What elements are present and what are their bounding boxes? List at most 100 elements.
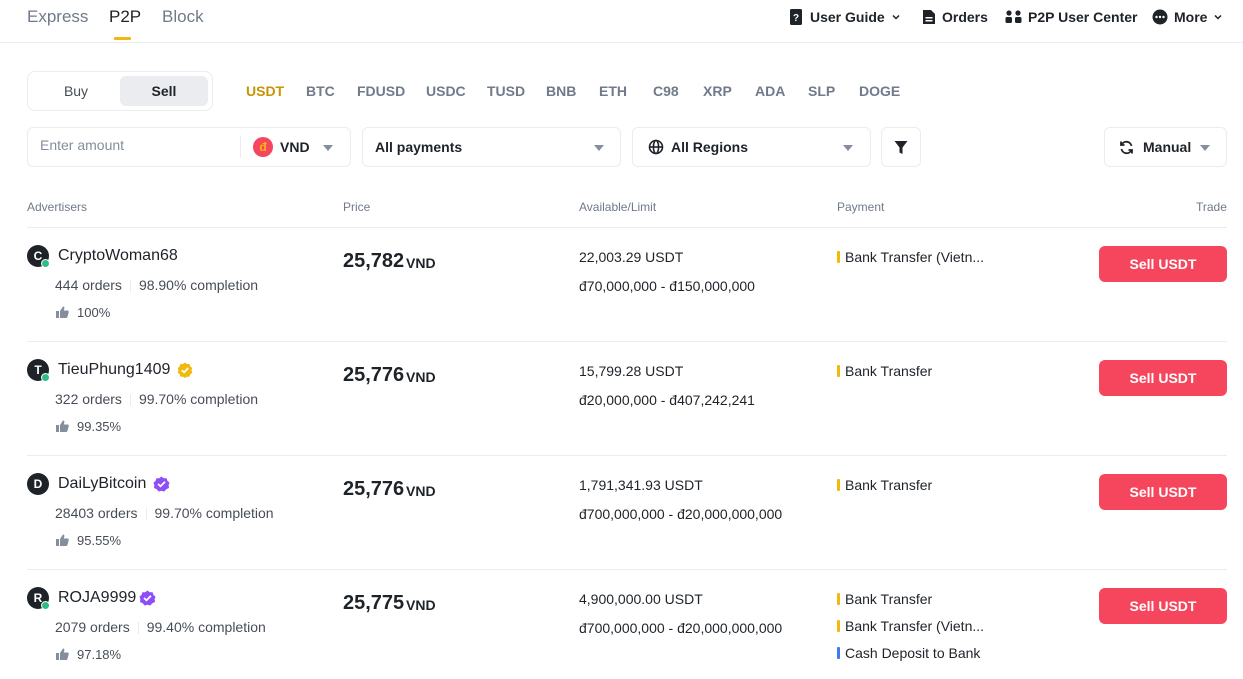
users-icon (1005, 10, 1022, 23)
online-indicator (41, 259, 50, 268)
divider (240, 136, 241, 158)
payment-method: Cash Deposit to Bank (837, 645, 980, 661)
user-guide-menu[interactable]: ? User Guide (789, 9, 901, 25)
order-count: 444 orders (55, 277, 122, 293)
crypto-tab-ada[interactable]: ADA (755, 83, 785, 99)
svg-text:?: ? (793, 13, 799, 24)
header-price: Price (343, 200, 371, 214)
order-limit: đ70,000,000 - đ150,000,000 (579, 278, 755, 294)
crypto-tab-slp[interactable]: SLP (808, 83, 835, 99)
p2p-user-center-link[interactable]: P2P User Center (1005, 9, 1137, 25)
sell-usdt-button[interactable]: Sell USDT (1099, 588, 1227, 624)
advertiser-name[interactable]: ROJA9999 (58, 589, 136, 607)
orders-label: Orders (942, 9, 988, 25)
verified-purple-badge-icon (139, 590, 156, 606)
crypto-tab-xrp[interactable]: XRP (703, 83, 732, 99)
thumbs-up-icon (56, 648, 69, 660)
amount-input[interactable] (40, 137, 230, 153)
tab-block[interactable]: Block (162, 7, 204, 27)
avatar[interactable]: D (27, 473, 49, 495)
buy-button[interactable]: Buy (32, 76, 120, 106)
orders-icon (923, 10, 935, 24)
crypto-tab-usdc[interactable]: USDC (426, 83, 466, 99)
crypto-tab-usdt[interactable]: USDT (246, 83, 284, 99)
advertiser-name[interactable]: CryptoWoman68 (58, 247, 178, 265)
price-currency: VND (406, 597, 436, 613)
crypto-tab-c98[interactable]: C98 (653, 83, 679, 99)
more-menu[interactable]: More (1152, 9, 1223, 25)
crypto-tab-fdusd[interactable]: FDUSD (357, 83, 405, 99)
available-amount: 4,900,000.00 USDT (579, 591, 703, 607)
guide-icon: ? (790, 9, 802, 25)
sell-usdt-button[interactable]: Sell USDT (1099, 246, 1227, 282)
more-label: More (1174, 9, 1208, 25)
table-row: C CryptoWoman68 444 orders 98.90% complet… (27, 227, 1227, 341)
vnd-coin-icon: đ (253, 137, 273, 157)
caret-down-icon (594, 145, 604, 151)
crypto-tab-bnb[interactable]: BNB (546, 83, 576, 99)
tab-p2p[interactable]: P2P (109, 7, 141, 27)
more-dots-icon (1152, 9, 1168, 25)
payment-method: Bank Transfer (837, 591, 932, 607)
chevron-down-icon (892, 14, 900, 20)
available-amount: 22,003.29 USDT (579, 249, 684, 265)
globe-icon (648, 139, 664, 155)
advertiser-name[interactable]: DaiLyBitcoin (58, 475, 146, 493)
price: 25,782 (343, 250, 405, 272)
advertiser-stats: 2079 orders 99.40% completion (55, 619, 266, 635)
price: 25,776 (343, 478, 405, 500)
buy-sell-toggle: Buy Sell (27, 71, 213, 111)
online-indicator (41, 601, 50, 610)
region-filter[interactable]: All Regions (632, 127, 871, 167)
verified-gold-badge-icon (177, 362, 193, 378)
p2p-user-center-label: P2P User Center (1028, 9, 1138, 25)
advertiser-name[interactable]: TieuPhung1409 (58, 361, 170, 379)
crypto-tab-tusd[interactable]: TUSD (487, 83, 525, 99)
advertiser-stats: 444 orders 98.90% completion (55, 277, 258, 293)
order-limit: đ700,000,000 - đ20,000,000,000 (579, 620, 783, 636)
refresh-mode-select[interactable]: Manual (1104, 127, 1227, 167)
chevron-down-icon (1214, 14, 1222, 20)
tab-express[interactable]: Express (27, 7, 88, 27)
fiat-select[interactable]: VND (280, 139, 310, 155)
available-amount: 1,791,341.93 USDT (579, 477, 703, 493)
thumbs-up-icon (56, 534, 69, 546)
payment-method: Bank Transfer (837, 477, 932, 493)
sell-button[interactable]: Sell (120, 76, 208, 106)
positive-rate: 97.18% (77, 647, 122, 662)
sell-usdt-button[interactable]: Sell USDT (1099, 474, 1227, 510)
crypto-tab-doge[interactable]: DOGE (859, 83, 900, 99)
header-available-limit: Available/Limit (579, 200, 657, 214)
caret-down-icon[interactable] (323, 145, 333, 151)
user-guide-label: User Guide (810, 9, 885, 25)
refresh-mode-label: Manual (1143, 139, 1192, 155)
advertiser-stats: 28403 orders 99.70% completion (55, 505, 274, 521)
caret-down-icon (1200, 145, 1210, 151)
payment-filter[interactable]: All payments (362, 127, 621, 167)
table-row: D DaiLyBitcoin 28403 orders 99.70% comple… (27, 455, 1227, 569)
top-nav: Express P2P Block ? User Guide Orders P2… (0, 0, 1243, 43)
region-filter-label: All Regions (671, 139, 749, 155)
sell-usdt-button[interactable]: Sell USDT (1099, 360, 1227, 396)
completion-rate: 98.90% completion (138, 277, 259, 293)
completion-rate: 99.70% completion (138, 391, 259, 407)
payment-filter-label: All payments (375, 139, 463, 155)
crypto-tab-btc[interactable]: BTC (306, 83, 335, 99)
table-row: R ROJA9999 2079 orders 99.40% completion … (27, 569, 1227, 679)
advertiser-stats: 322 orders 99.70% completion (55, 391, 258, 407)
price-currency: VND (406, 369, 436, 385)
filter-button[interactable] (881, 127, 921, 167)
crypto-tab-eth[interactable]: ETH (599, 83, 627, 99)
orders-link[interactable]: Orders (922, 9, 988, 25)
online-indicator (41, 373, 50, 382)
header-payment: Payment (837, 200, 885, 214)
positive-rate: 100% (77, 305, 111, 320)
header-trade: Trade (1196, 200, 1227, 214)
header-advertisers: Advertisers (27, 200, 88, 214)
refresh-icon (1120, 140, 1133, 155)
order-count: 28403 orders (55, 505, 138, 521)
funnel-icon (894, 141, 908, 154)
payment-method: Bank Transfer (837, 363, 932, 379)
order-limit: đ20,000,000 - đ407,242,241 (579, 392, 755, 408)
price-currency: VND (406, 255, 436, 271)
